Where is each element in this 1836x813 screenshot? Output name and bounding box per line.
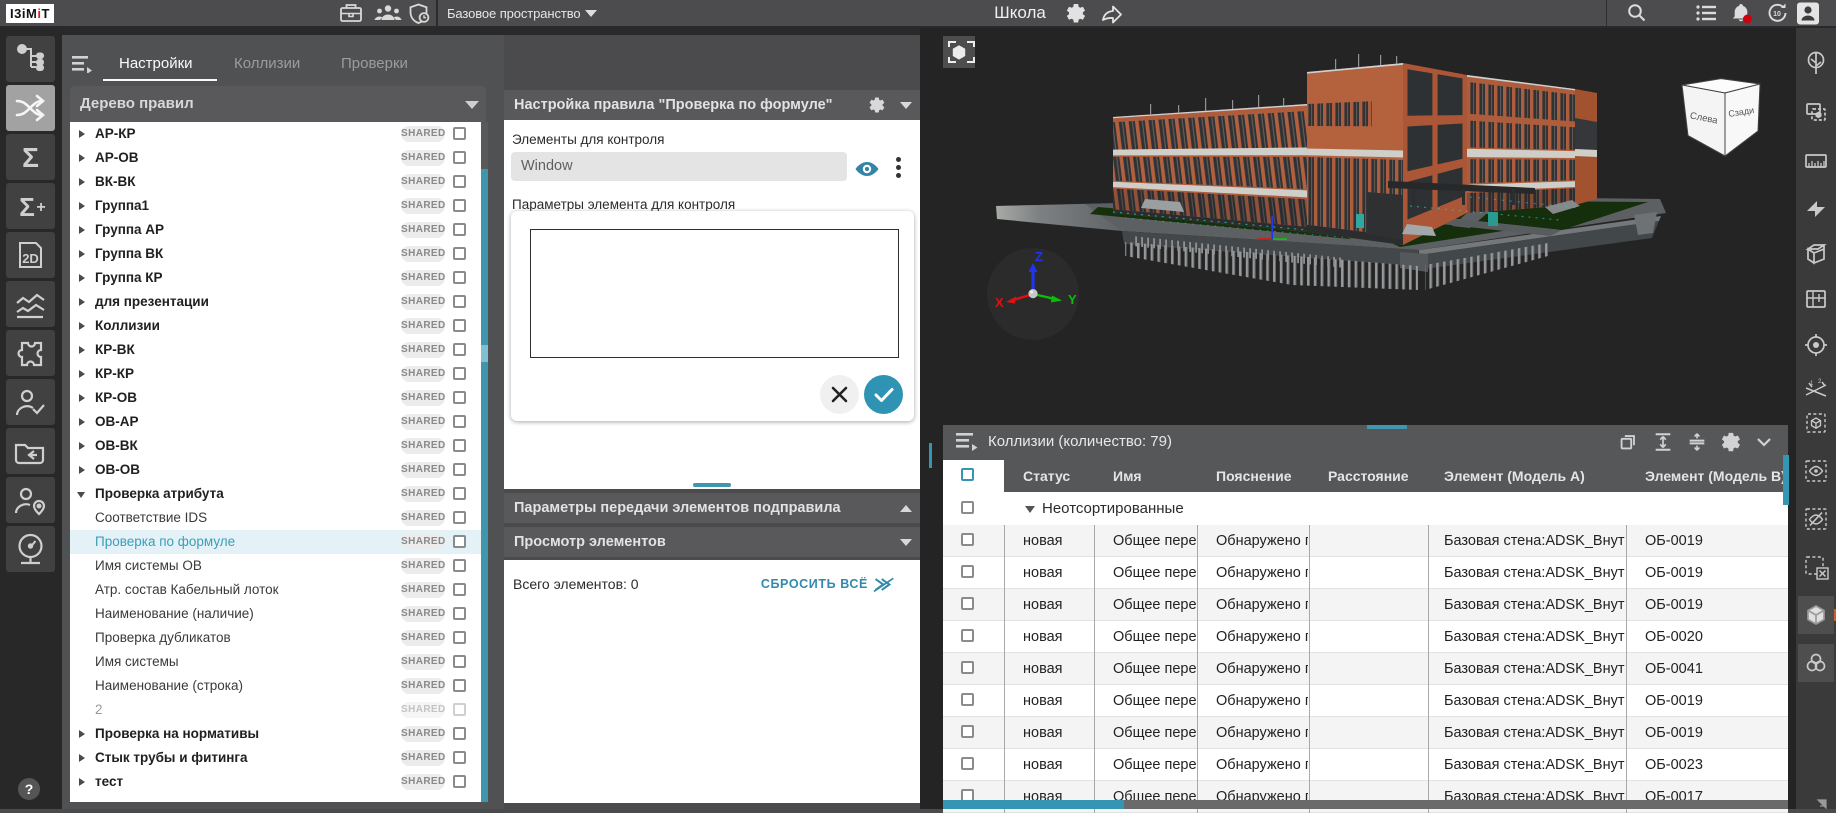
svg-text:2: 2 <box>1818 379 1822 385</box>
svg-text:2D: 2D <box>22 251 39 266</box>
svg-text:Z: Z <box>1035 249 1043 264</box>
svg-text:1: 1 <box>1810 381 1814 387</box>
svg-text:+: + <box>36 199 45 216</box>
svg-text:X: X <box>995 295 1004 310</box>
svg-text:Y: Y <box>1068 292 1077 307</box>
svg-text:Σ: Σ <box>22 142 39 173</box>
svg-text:10: 10 <box>1773 11 1781 18</box>
svg-text:Σ: Σ <box>19 192 35 222</box>
